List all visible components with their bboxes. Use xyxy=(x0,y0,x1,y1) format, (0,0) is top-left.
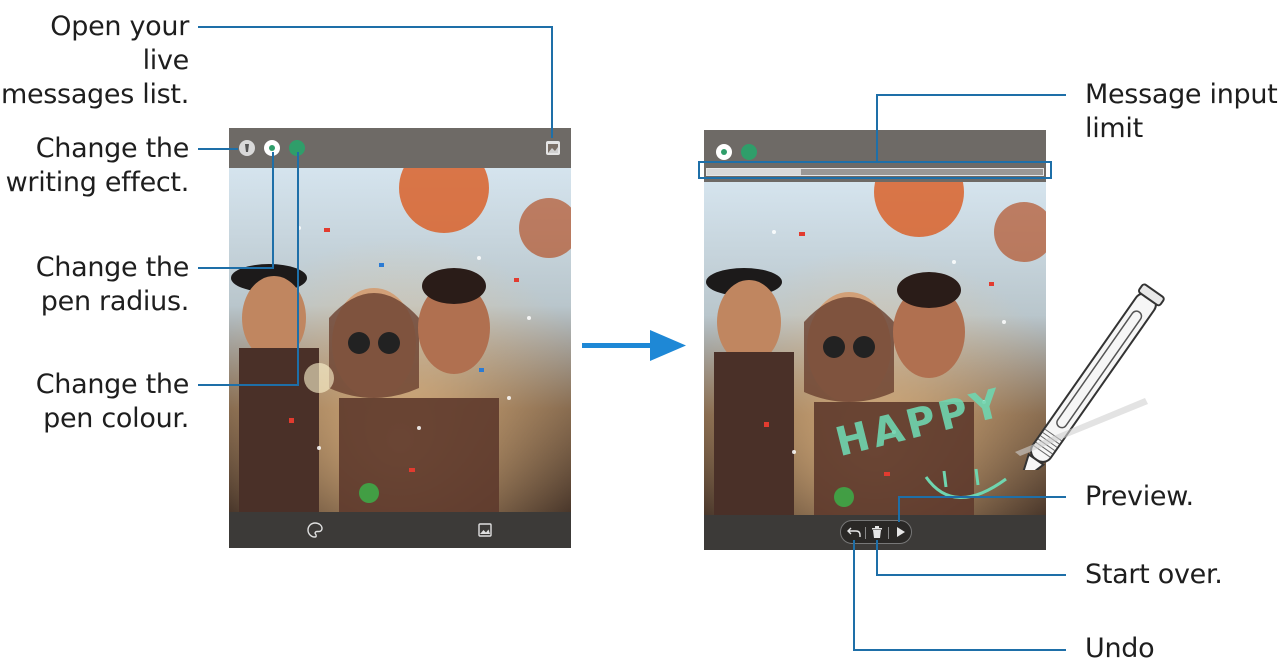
start-over-button[interactable] xyxy=(868,523,886,541)
callout-input-limit: Message input limit xyxy=(1085,79,1278,144)
callout-line-input-limit-vertical xyxy=(876,94,878,161)
callout-line-pen-colour xyxy=(198,384,299,386)
left-bottom-bar xyxy=(229,512,571,548)
callout-line-undo xyxy=(853,649,1066,651)
handwritten-smile xyxy=(924,468,1007,499)
trash-icon xyxy=(872,526,882,538)
color-dot-icon xyxy=(741,144,757,160)
callout-preview: Preview. xyxy=(1085,481,1194,512)
left-phone-screen xyxy=(229,128,571,548)
control-divider xyxy=(865,527,866,539)
pen-effect-icon xyxy=(239,140,255,156)
callout-writing-effect: Change the writing effect. xyxy=(5,133,190,198)
callout-pen-radius: Change the pen radius. xyxy=(35,252,190,317)
left-toolbar xyxy=(229,128,571,168)
callout-undo: Undo xyxy=(1085,633,1155,664)
play-icon xyxy=(897,527,905,537)
callout-line-pen-radius xyxy=(198,267,274,269)
background-button[interactable] xyxy=(305,520,325,540)
image-icon xyxy=(478,523,492,537)
pen-radius-icon xyxy=(716,144,732,160)
callout-live-messages: Open your live messages list. xyxy=(0,11,189,110)
preview-button[interactable] xyxy=(891,523,909,541)
callout-line-preview xyxy=(898,496,1066,498)
callout-line-pen-colour-vertical xyxy=(297,152,299,386)
callout-line-live-messages-vertical xyxy=(551,26,553,138)
callout-line-start-over-vertical xyxy=(876,540,878,576)
callout-line-pen-radius-vertical xyxy=(272,152,274,269)
undo-button[interactable] xyxy=(845,523,863,541)
callout-pen-colour: Change the pen colour. xyxy=(35,369,190,434)
right-bottom-bar xyxy=(704,515,1046,550)
pen-colour-button[interactable] xyxy=(739,142,759,162)
party-photo xyxy=(229,143,571,512)
callout-line-undo-vertical xyxy=(853,540,855,651)
callout-start-over: Start over. xyxy=(1085,559,1223,590)
writing-effect-button[interactable] xyxy=(237,138,257,158)
control-divider xyxy=(888,527,889,539)
gallery-button[interactable] xyxy=(475,520,495,540)
callout-line-writing-effect xyxy=(198,148,238,150)
input-limit-highlight xyxy=(698,161,1052,179)
pen-shadow xyxy=(1015,398,1148,456)
gallery-list-icon xyxy=(546,141,560,155)
callout-line-live-messages xyxy=(198,26,553,28)
callout-line-preview-vertical xyxy=(898,496,900,522)
live-messages-list-button[interactable] xyxy=(543,138,563,158)
palette-icon xyxy=(307,522,323,538)
undo-icon xyxy=(847,527,861,537)
pen-radius-button[interactable] xyxy=(714,142,734,162)
left-photo[interactable] xyxy=(229,143,571,512)
callout-line-input-limit xyxy=(876,94,1066,96)
callout-line-start-over xyxy=(876,574,1066,576)
transition-arrow-icon xyxy=(582,330,686,361)
